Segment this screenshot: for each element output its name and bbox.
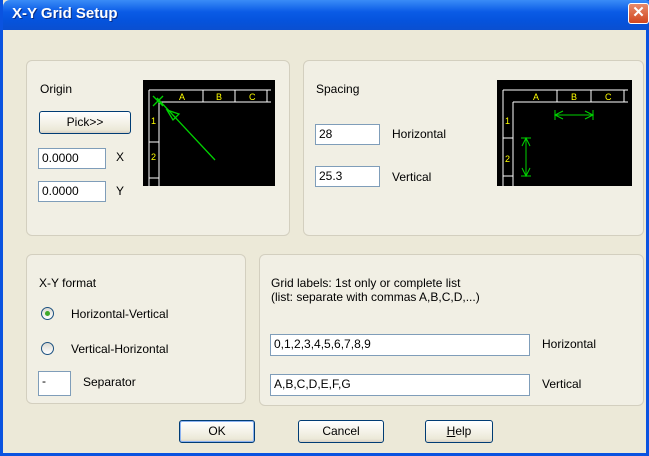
origin-preview: A B C 1 2 — [143, 80, 275, 186]
spacing-row-1: 1 — [505, 116, 510, 126]
origin-label: Origin — [40, 82, 73, 96]
close-icon: ✕ — [632, 4, 645, 21]
spacing-preview: A B C 1 2 — [497, 80, 632, 186]
grid-labels-caption: Grid labels: 1st only or complete list — [271, 276, 461, 290]
dialog-window: X-Y Grid Setup ✕ Origin Pick>> 0.0000 X … — [0, 0, 649, 456]
origin-arrow-icon — [152, 95, 216, 161]
spacing-preview-graphic: A B C 1 2 — [502, 89, 628, 186]
close-button[interactable]: ✕ — [628, 3, 649, 24]
origin-x-field[interactable]: 0.0000 — [38, 148, 106, 169]
grid-labels-horizontal-field[interactable]: 0,1,2,3,4,5,6,7,8,9 — [270, 334, 530, 356]
grid-labels-hint: (list: separate with commas A,B,C,D,...) — [271, 290, 480, 304]
grid-labels-horizontal-label: Horizontal — [542, 337, 597, 351]
ok-button[interactable]: OK — [179, 420, 255, 443]
spacing-col-c: C — [605, 92, 612, 102]
spacing-vertical-label: Vertical — [392, 170, 432, 184]
origin-y-label: Y — [116, 184, 125, 198]
origin-row-2: 2 — [151, 152, 156, 162]
radio-horizontal-vertical[interactable] — [41, 307, 54, 320]
grid-labels-vertical-label: Vertical — [542, 377, 582, 391]
cancel-button[interactable]: Cancel — [298, 420, 384, 443]
spacing-vertical-field[interactable]: 25.3 — [315, 166, 380, 187]
window-title: X-Y Grid Setup — [12, 5, 118, 22]
help-label-rest: elp — [455, 424, 472, 438]
spacing-col-b: B — [571, 92, 577, 102]
spacing-label: Spacing — [316, 82, 360, 96]
option-vertical-horizontal-label[interactable]: Vertical-Horizontal — [71, 342, 168, 356]
grid-labels-vertical-field[interactable]: A,B,C,D,E,F,G — [270, 374, 530, 396]
spacing-dimension-icon — [521, 110, 595, 178]
help-button[interactable]: Help — [425, 420, 493, 443]
spacing-horizontal-field[interactable]: 28 — [315, 124, 380, 145]
separator-label: Separator — [83, 375, 136, 389]
origin-row-1: 1 — [151, 116, 156, 126]
spacing-row-2: 2 — [505, 154, 510, 164]
separator-field[interactable]: - — [38, 371, 71, 396]
origin-preview-graphic: A B C 1 2 — [148, 89, 271, 186]
title-bar[interactable]: X-Y Grid Setup ✕ — [3, 0, 649, 30]
pick-button[interactable]: Pick>> — [39, 111, 131, 134]
xy-format-label: X-Y format — [39, 276, 97, 290]
origin-x-label: X — [116, 150, 125, 164]
radio-vertical-horizontal[interactable] — [41, 342, 54, 355]
spacing-col-a: A — [533, 92, 539, 102]
origin-col-a: A — [179, 92, 185, 102]
origin-col-b: B — [216, 92, 222, 102]
radio-selected-dot — [45, 311, 50, 316]
origin-col-c: C — [249, 92, 256, 102]
spacing-horizontal-label: Horizontal — [392, 127, 447, 141]
option-horizontal-vertical-label[interactable]: Horizontal-Vertical — [71, 307, 168, 321]
origin-y-field[interactable]: 0.0000 — [38, 181, 106, 202]
